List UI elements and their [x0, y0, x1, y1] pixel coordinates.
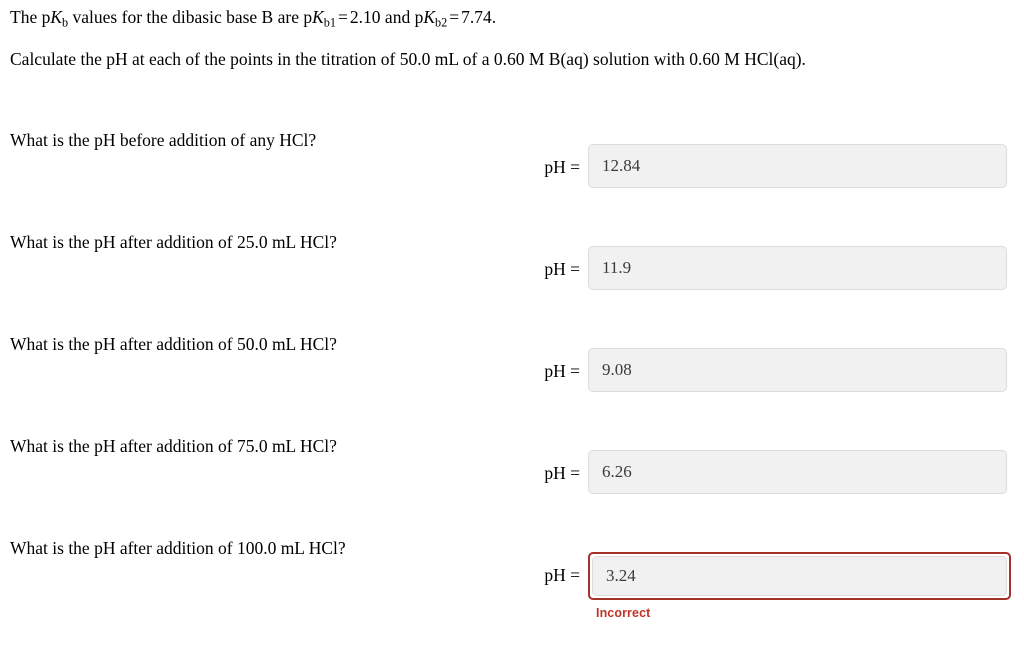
ph-label: pH =: [544, 361, 580, 381]
line1-symbol-K: K: [50, 7, 63, 27]
line1-equals-1: =: [338, 7, 348, 27]
ph-label: pH =: [544, 157, 580, 177]
line1-prefix: The p: [10, 7, 51, 27]
answer-group: pH = Incorrect: [520, 552, 1024, 620]
answer-group: pH =: [520, 348, 1024, 394]
question-prompt: What is the pH before addition of any HC…: [10, 130, 317, 150]
ph-label: pH =: [544, 259, 580, 279]
question-list: What is the pH before addition of any HC…: [0, 112, 1024, 622]
line1-value-pkb1: 2.10: [349, 7, 381, 27]
question-row: What is the pH after addition of 100.0 m…: [0, 520, 1024, 622]
answer-group: pH =: [520, 246, 1024, 292]
question-prompt: What is the pH after addition of 75.0 mL…: [10, 436, 337, 456]
ph-label: pH =: [544, 463, 580, 483]
answer-field-wrap: [588, 144, 1007, 188]
ph-label: pH =: [544, 565, 580, 585]
ph-answer-input[interactable]: [588, 348, 1007, 392]
question-row: What is the pH after addition of 50.0 mL…: [0, 316, 1024, 418]
question-row: What is the pH after addition of 25.0 mL…: [0, 214, 1024, 316]
ph-answer-input[interactable]: [588, 144, 1007, 188]
problem-statement: The pKb values for the dibasic base B ar…: [10, 0, 1014, 70]
problem-line-1: The pKb values for the dibasic base B ar…: [10, 6, 1014, 31]
question-row: What is the pH after addition of 75.0 mL…: [0, 418, 1024, 520]
question-prompt: What is the pH after addition of 25.0 mL…: [10, 232, 337, 252]
ph-answer-input[interactable]: [592, 556, 1007, 596]
line1-subscript-b2: b2: [435, 15, 448, 30]
line1-equals-2: =: [449, 7, 460, 27]
problem-line-2: Calculate the pH at each of the points i…: [10, 49, 806, 70]
answer-field-wrap: [588, 450, 1007, 494]
line1-value-pkb2: 7.74.: [461, 7, 497, 27]
line1-subscript-b1: b1: [323, 15, 337, 30]
question-prompt: What is the pH after addition of 50.0 mL…: [10, 334, 337, 354]
answer-field-wrap: [588, 246, 1007, 290]
question-row: What is the pH before addition of any HC…: [0, 112, 1024, 214]
answer-field-wrap: [588, 348, 1007, 392]
ph-answer-input[interactable]: [588, 450, 1007, 494]
exercise-page: The pKb values for the dibasic base B ar…: [0, 0, 1024, 651]
line1-symbol-K-b1: K: [312, 7, 324, 27]
answer-field-wrap-incorrect: Incorrect: [588, 552, 1011, 620]
line1-conjunction: and: [384, 7, 411, 27]
ph-answer-input[interactable]: [588, 246, 1007, 290]
answer-group: pH =: [520, 450, 1024, 496]
line1-mid-text: values for the dibasic base B are p: [68, 7, 313, 27]
question-prompt: What is the pH after addition of 100.0 m…: [10, 538, 346, 558]
incorrect-status-label: Incorrect: [596, 606, 651, 620]
line1-symbol-K-b2: K: [423, 7, 436, 27]
answer-group: pH =: [520, 144, 1024, 190]
